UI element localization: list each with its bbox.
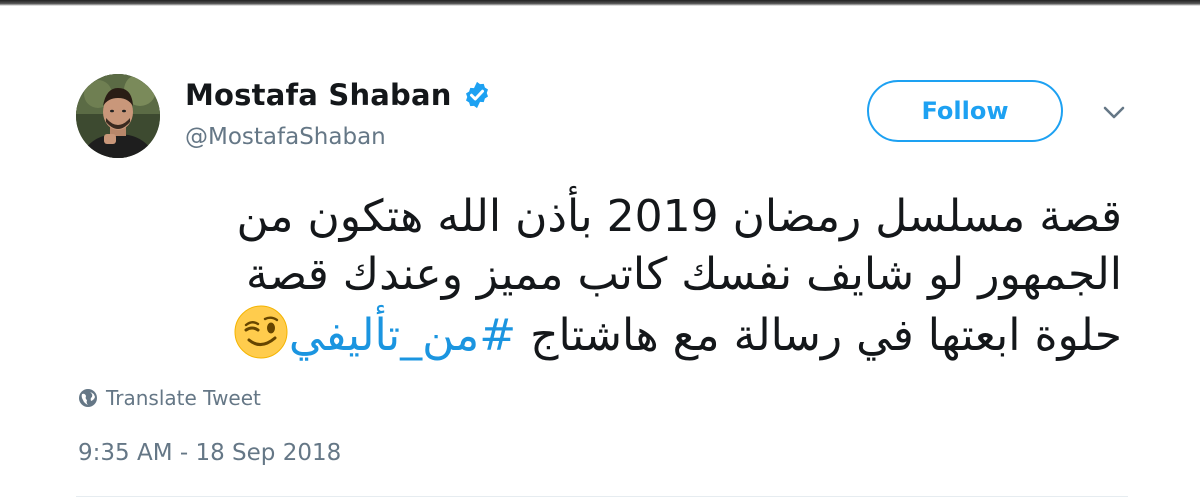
- verified-badge-icon: [465, 81, 488, 109]
- tweet-card: Mostafa Shaban @MostafaShaban Follow قصة…: [0, 6, 1200, 498]
- tweet-line-last: حلوة ابعتها في رسالة مع هاشتاج #من_تأليف…: [62, 304, 1122, 365]
- avatar-image: [76, 74, 160, 158]
- user-handle[interactable]: @MostafaShaban: [185, 124, 386, 150]
- tweet-line: الجمهور لو شايف نفسك كاتب مميز وعندك قصة: [246, 249, 1122, 300]
- tweet-timestamp[interactable]: 9:35 AM - 18 Sep 2018: [78, 440, 341, 466]
- avatar[interactable]: [76, 74, 160, 158]
- tweet-line-text: حلوة ابعتها في رسالة مع هاشتاج: [530, 310, 1122, 361]
- translate-tweet[interactable]: Translate Tweet: [78, 386, 261, 410]
- translate-label[interactable]: Translate Tweet: [106, 386, 261, 410]
- display-name[interactable]: Mostafa Shaban: [185, 78, 452, 112]
- globe-icon: [79, 389, 97, 407]
- hashtag-link[interactable]: #من_تأليفي: [289, 310, 516, 361]
- follow-button[interactable]: Follow: [867, 80, 1063, 142]
- tweet-text: قصة مسلسل رمضان 2019 بأذن الله هتكون من …: [62, 188, 1122, 365]
- name-row: Mostafa Shaban: [185, 78, 492, 112]
- divider: [76, 496, 1128, 497]
- winking-face-icon: [234, 305, 288, 359]
- chevron-down-icon[interactable]: [1099, 100, 1129, 124]
- tweet-line: قصة مسلسل رمضان 2019 بأذن الله هتكون من: [236, 191, 1122, 242]
